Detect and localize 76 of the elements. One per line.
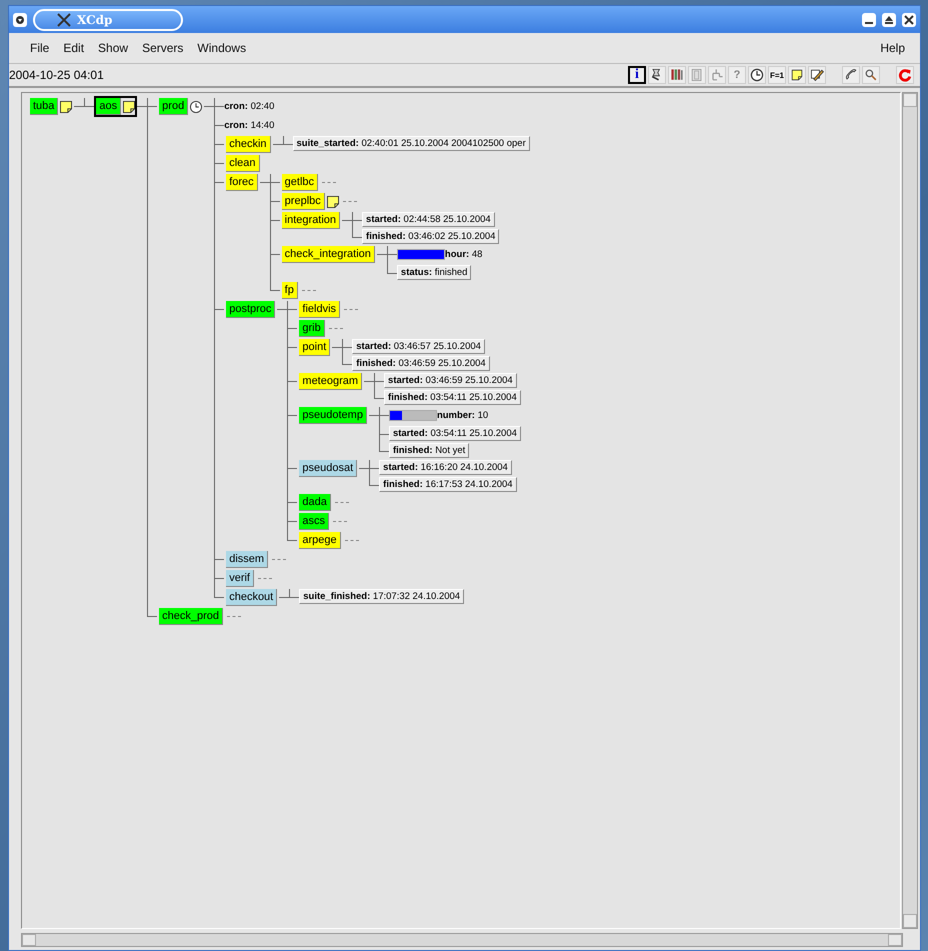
tree-node[interactable]: preplbc: [282, 193, 325, 210]
cron-label: cron: 14:40: [224, 119, 274, 133]
menu-item[interactable]: Edit: [56, 39, 92, 57]
meter-label: hour: 48: [444, 249, 482, 260]
tree-node[interactable]: fieldvis: [299, 301, 340, 318]
menu-item[interactable]: File: [23, 39, 56, 57]
tree-node[interactable]: aos: [96, 98, 122, 115]
attribute-label: finished: 03:46:02 25.10.2004: [362, 229, 500, 244]
tree-node[interactable]: checkin: [226, 136, 270, 153]
clock-icon: [749, 67, 765, 83]
tree-node[interactable]: pseudotemp: [299, 407, 367, 424]
toolbar-button[interactable]: [808, 66, 826, 84]
toolbar-button[interactable]: [748, 66, 766, 84]
tree-node[interactable]: postproc: [226, 301, 276, 318]
caret-icon: [15, 14, 25, 24]
attribute-label: started: 02:44:58 25.10.2004: [362, 212, 495, 227]
toolbar-button[interactable]: [842, 66, 860, 84]
toolbar-button[interactable]: i: [628, 66, 646, 84]
tree-node[interactable]: checkout: [226, 589, 278, 606]
toolbar-button[interactable]: F=1: [768, 66, 786, 84]
menu-item[interactable]: Help: [873, 39, 912, 57]
search-icon: [863, 67, 879, 83]
connector-line: [84, 98, 94, 107]
close-icon: [904, 14, 914, 24]
tree-node[interactable]: dada: [299, 494, 331, 511]
close-button[interactable]: [902, 12, 916, 26]
x-logo-icon: [57, 12, 71, 26]
tree-node[interactable]: check_integration: [282, 246, 375, 263]
toolbar-button[interactable]: [788, 66, 806, 84]
tree-node[interactable]: ascs: [299, 513, 330, 530]
tree-node[interactable]: dissem: [226, 551, 268, 568]
tree-node[interactable]: arpege: [299, 532, 341, 549]
timestamp: 2004-10-25 04:01: [9, 68, 104, 82]
cron-label: cron: 02:40: [224, 100, 274, 114]
attribute-label: started: 03:46:57 25.10.2004: [352, 339, 485, 354]
refresh-icon: [897, 67, 913, 83]
attribute-label: suite_started: 02:40:01 25.10.2004 2004102500 oper: [292, 136, 530, 151]
tree-node[interactable]: fp: [282, 282, 298, 299]
attribute-label: status: finished: [396, 265, 472, 280]
tree-node[interactable]: grib: [299, 320, 325, 337]
vertical-scrollbar[interactable]: [902, 92, 918, 929]
tree-node[interactable]: clean: [226, 155, 260, 172]
tree-node[interactable]: forec: [226, 174, 258, 191]
books-icon: [669, 67, 685, 83]
menu-item[interactable]: Servers: [135, 39, 190, 57]
attribute-label: finished: 03:46:59 25.10.2004: [352, 356, 490, 371]
tree-node[interactable]: tuba: [30, 98, 58, 115]
toolbar-button[interactable]: [668, 66, 686, 84]
menu-item[interactable]: Show: [91, 39, 136, 57]
attribute-label: finished: 03:54:11 25.10.2004: [384, 390, 521, 405]
tree-node[interactable]: verif: [226, 570, 254, 587]
tree-node[interactable]: prod: [159, 98, 188, 115]
attribute-label: suite_finished: 17:07:32 24.10.2004: [299, 589, 464, 604]
window-title: XCdp: [77, 12, 112, 26]
attribute-label: finished: 16:17:53 24.10.2004: [379, 477, 517, 492]
maximize-button[interactable]: [882, 12, 896, 26]
attribute-label: finished: Not yet: [388, 443, 470, 458]
window-menu-button[interactable]: [13, 12, 27, 26]
tree-node[interactable]: meteogram: [299, 373, 362, 390]
tree-node[interactable]: check_prod: [159, 608, 224, 625]
tree-node[interactable]: point: [299, 339, 330, 356]
tree-node[interactable]: getlbc: [282, 174, 318, 191]
horizontal-scrollbar[interactable]: [21, 933, 903, 947]
attribute-label: started: 16:16:20 24.10.2004: [379, 460, 512, 475]
pen-icon: [809, 67, 825, 83]
meter-label: number: 10: [436, 410, 488, 421]
note-icon: [789, 67, 805, 83]
tree-node[interactable]: integration: [282, 212, 340, 229]
minimize-icon: [865, 22, 873, 24]
tree-node[interactable]: pseudosat: [299, 460, 358, 477]
minimize-button[interactable]: [862, 12, 876, 26]
attribute-label: started: 03:46:59 25.10.2004: [384, 373, 517, 388]
menu-item[interactable]: Windows: [190, 39, 254, 57]
attribute-label: started: 03:54:11 25.10.2004: [388, 426, 521, 441]
toolbar-button[interactable]: [862, 66, 880, 84]
maximize-icon: [884, 14, 894, 24]
